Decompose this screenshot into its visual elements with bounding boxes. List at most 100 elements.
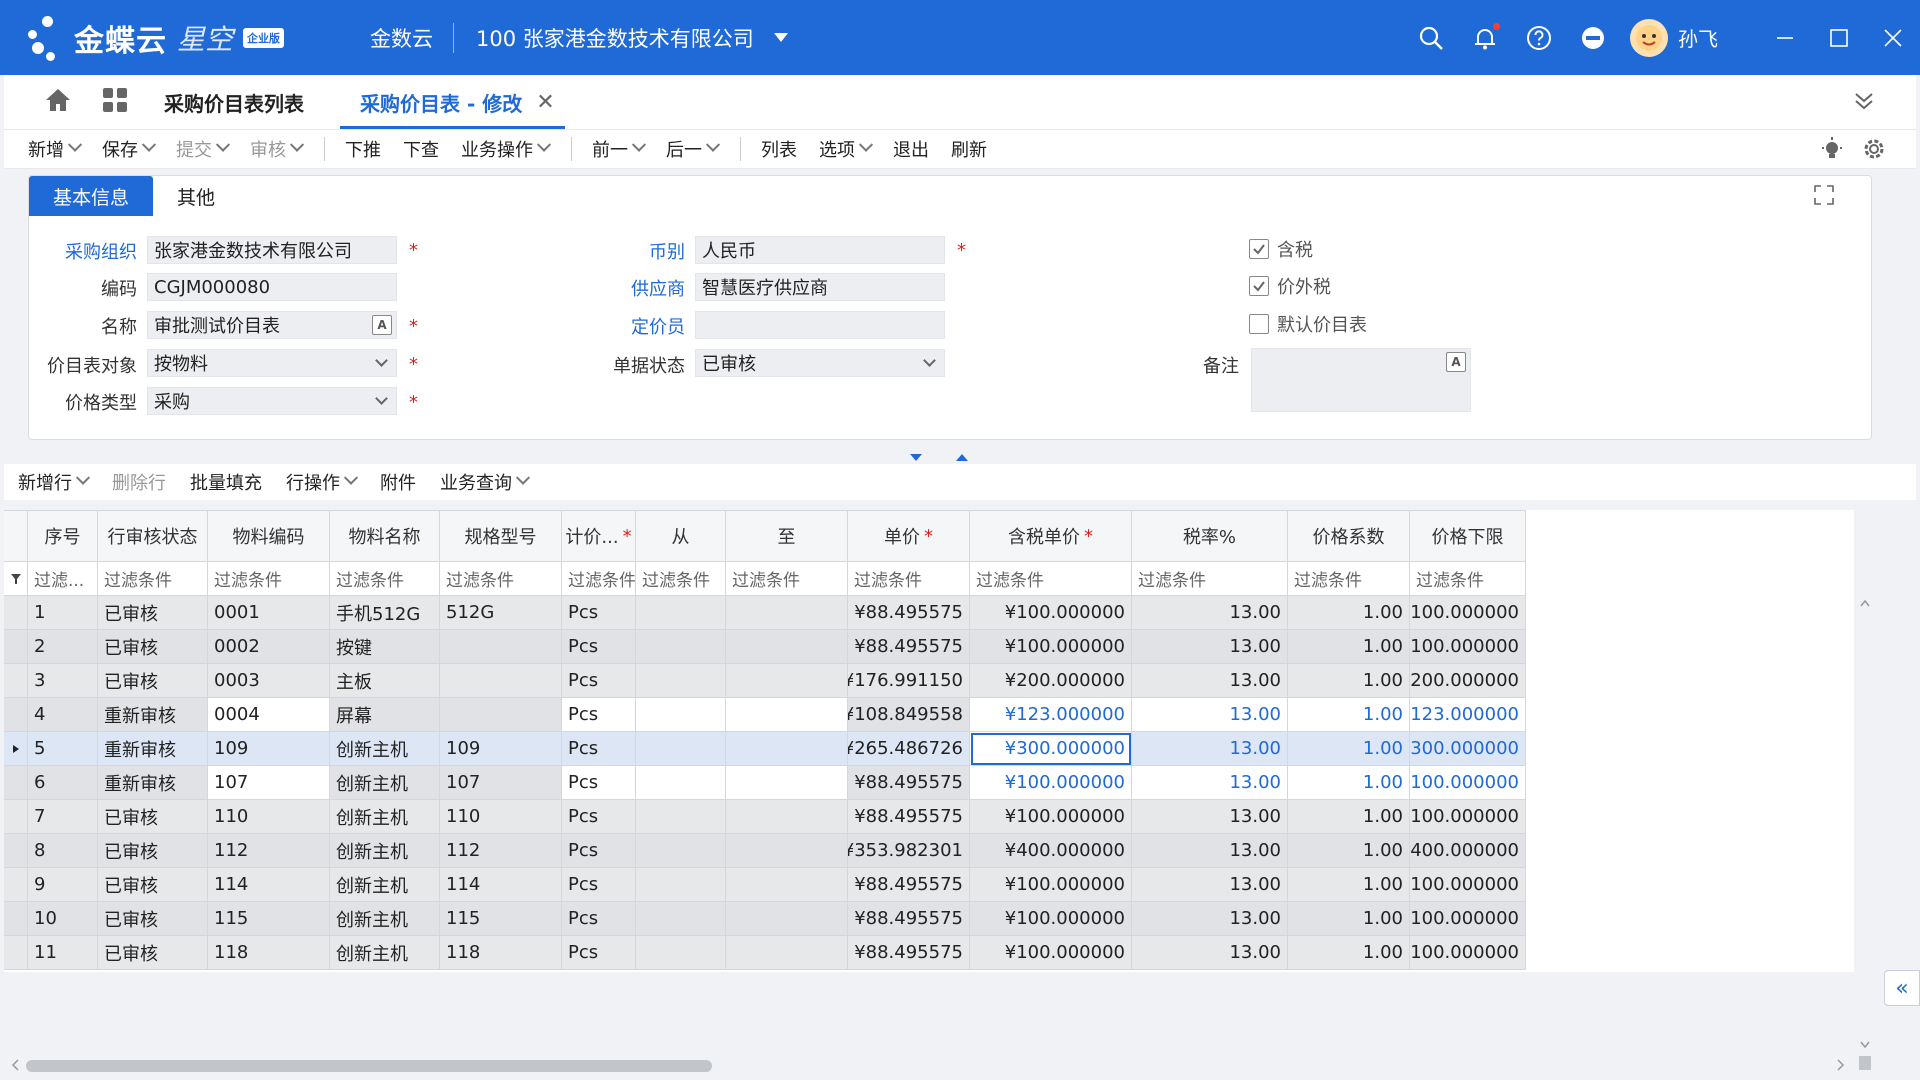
grid-cell-low[interactable]: ¥200.000000 bbox=[1410, 664, 1526, 698]
row-indicator[interactable] bbox=[4, 766, 28, 800]
grid-cell-code[interactable]: 118 bbox=[208, 936, 330, 970]
grid-cell-price[interactable]: ¥88.495575 bbox=[848, 630, 970, 664]
home-icon[interactable] bbox=[44, 87, 72, 118]
grid-cell-spec[interactable]: 109 bbox=[440, 732, 562, 766]
grid-cell-coef[interactable]: 1.00 bbox=[1288, 800, 1410, 834]
toolbar-button-2[interactable]: 提交 bbox=[176, 136, 231, 162]
filter-input[interactable]: 过滤条件 bbox=[98, 562, 208, 596]
grid-cell-from[interactable] bbox=[636, 766, 726, 800]
grid-cell-status[interactable]: 重新审核 bbox=[98, 766, 208, 800]
grid-cell-code[interactable]: 110 bbox=[208, 800, 330, 834]
company-switcher[interactable]: 100 张家港金数技术有限公司 bbox=[476, 23, 754, 53]
avatar[interactable] bbox=[1630, 18, 1668, 57]
toolbar-button-11[interactable]: 退出 bbox=[893, 136, 929, 162]
grid-cell-unit[interactable]: Pcs bbox=[562, 630, 636, 664]
toolbar-button-8[interactable]: 后一 bbox=[666, 136, 721, 162]
grid-cell-seq[interactable]: 5 bbox=[28, 732, 98, 766]
table-row[interactable]: 5 重新审核 109 创新主机 109 Pcs ¥265.486726 ¥300.000000… bbox=[4, 732, 1854, 766]
grid-cell-coef[interactable]: 1.00 bbox=[1288, 868, 1410, 902]
column-header[interactable]: 至 bbox=[726, 510, 848, 562]
grid-cell-name[interactable]: 屏幕 bbox=[330, 698, 440, 732]
expand-icon[interactable] bbox=[1813, 184, 1835, 211]
multilanguage-icon[interactable]: A bbox=[372, 315, 392, 335]
grid-cell-tax-rate[interactable]: 13.00 bbox=[1132, 834, 1288, 868]
grid-cell-status[interactable]: 已审核 bbox=[98, 834, 208, 868]
tab-price-list[interactable]: 采购价目表列表 bbox=[164, 75, 304, 129]
price-object-select[interactable]: 按物料 bbox=[147, 349, 397, 377]
grid-cell-spec[interactable]: 112 bbox=[440, 834, 562, 868]
price-type-select[interactable]: 采购 bbox=[147, 387, 397, 415]
column-header[interactable]: 序号 bbox=[28, 510, 98, 562]
tax-included-checkbox[interactable]: 含税 bbox=[1249, 236, 1313, 262]
grid-cell-spec[interactable]: 107 bbox=[440, 766, 562, 800]
toolbar-button-4[interactable]: 下推 bbox=[345, 136, 381, 162]
grid-cell-tax-rate[interactable]: 13.00 bbox=[1132, 698, 1288, 732]
grid-cell-code[interactable]: 0003 bbox=[208, 664, 330, 698]
toolbar-button-5[interactable]: 下查 bbox=[403, 136, 439, 162]
grid-cell-spec[interactable]: 512G bbox=[440, 596, 562, 630]
grid-cell-name[interactable]: 手机512G bbox=[330, 596, 440, 630]
toolbar-button-3[interactable]: 审核 bbox=[250, 136, 305, 162]
grid-cell-coef[interactable]: 1.00 bbox=[1288, 902, 1410, 936]
toolbar-button-9[interactable]: 列表 bbox=[761, 136, 797, 162]
grid-cell-tax-price[interactable]: ¥123.000000 bbox=[970, 698, 1132, 732]
grid-cell-unit[interactable]: Pcs bbox=[562, 766, 636, 800]
grid-cell-name[interactable]: 创新主机 bbox=[330, 868, 440, 902]
scrollbar-thumb[interactable] bbox=[26, 1060, 712, 1072]
column-header[interactable]: 价格下限 bbox=[1410, 510, 1526, 562]
double-chevron-left-icon[interactable]: « bbox=[1884, 970, 1920, 1006]
multilanguage-icon[interactable]: A bbox=[1446, 352, 1466, 372]
grid-cell-low[interactable]: ¥400.000000 bbox=[1410, 834, 1526, 868]
chevron-down-icon[interactable] bbox=[858, 137, 874, 152]
table-row[interactable]: 8 已审核 112 创新主机 112 Pcs ¥353.982301 ¥400.000000 1… bbox=[4, 834, 1854, 868]
default-list-checkbox[interactable]: 默认价目表 bbox=[1249, 311, 1367, 337]
entry-button-3[interactable]: 行操作 bbox=[286, 469, 359, 495]
grid-cell-name[interactable]: 创新主机 bbox=[330, 732, 440, 766]
grid-cell-status[interactable]: 重新审核 bbox=[98, 732, 208, 766]
minus-circle-icon[interactable] bbox=[1578, 23, 1608, 53]
grid-cell-seq[interactable]: 10 bbox=[28, 902, 98, 936]
grid-cell-low[interactable]: ¥123.000000 bbox=[1410, 698, 1526, 732]
user-name[interactable]: 孙飞 bbox=[1678, 23, 1718, 52]
column-header[interactable]: 物料名称 bbox=[330, 510, 440, 562]
table-row[interactable]: 9 已审核 114 创新主机 114 Pcs ¥88.495575 ¥100.000000 13… bbox=[4, 868, 1854, 902]
row-indicator[interactable] bbox=[4, 630, 28, 664]
supplier-field[interactable]: 智慧医疗供应商 bbox=[695, 273, 945, 301]
table-row[interactable]: 6 重新审核 107 创新主机 107 Pcs ¥88.495575 ¥100.000000 1… bbox=[4, 766, 1854, 800]
table-row[interactable]: 2 已审核 0002 按键 Pcs ¥88.495575 ¥100.000000 13.00 1… bbox=[4, 630, 1854, 664]
grid-cell-from[interactable] bbox=[636, 936, 726, 970]
entry-button-4[interactable]: 附件 bbox=[380, 469, 416, 495]
column-header[interactable]: 行审核状态 bbox=[98, 510, 208, 562]
filter-input[interactable]: 过滤条件 bbox=[848, 562, 970, 596]
filter-input[interactable]: 过滤条件 bbox=[440, 562, 562, 596]
grid-cell-status[interactable]: 已审核 bbox=[98, 630, 208, 664]
grid-cell-unit[interactable]: Pcs bbox=[562, 902, 636, 936]
grid-cell-low[interactable]: ¥100.000000 bbox=[1410, 766, 1526, 800]
chevron-down-icon[interactable] bbox=[631, 137, 647, 152]
grid-cell-name[interactable]: 创新主机 bbox=[330, 766, 440, 800]
grid-cell-tax-rate[interactable]: 13.00 bbox=[1132, 800, 1288, 834]
grid-cell-price[interactable]: ¥265.486726 bbox=[848, 732, 970, 766]
name-field[interactable]: 审批测试价目表 A bbox=[147, 311, 397, 339]
grid-cell-name[interactable]: 创新主机 bbox=[330, 902, 440, 936]
grid-cell-tax-price[interactable]: ¥100.000000 bbox=[970, 800, 1132, 834]
row-indicator[interactable] bbox=[4, 596, 28, 630]
grid-cell-price[interactable]: ¥176.991150 bbox=[848, 664, 970, 698]
company-dropdown-icon[interactable] bbox=[773, 33, 788, 42]
row-indicator[interactable] bbox=[4, 800, 28, 834]
grid-cell-low[interactable]: ¥100.000000 bbox=[1410, 902, 1526, 936]
grid-cell-spec[interactable] bbox=[440, 664, 562, 698]
grid-cell-name[interactable]: 创新主机 bbox=[330, 800, 440, 834]
chevron-down-icon[interactable] bbox=[343, 470, 359, 485]
entry-button-1[interactable]: 删除行 bbox=[112, 469, 166, 495]
grid-cell-coef[interactable]: 1.00 bbox=[1288, 834, 1410, 868]
grid-cell-tax-rate[interactable]: 13.00 bbox=[1132, 664, 1288, 698]
tax-excluded-checkbox[interactable]: 价外税 bbox=[1249, 273, 1331, 299]
filter-input[interactable]: 过滤条件 bbox=[562, 562, 636, 596]
row-indicator[interactable] bbox=[4, 868, 28, 902]
grid-cell-to[interactable] bbox=[726, 800, 848, 834]
collapse-icon[interactable] bbox=[1852, 89, 1876, 118]
bulb-icon[interactable] bbox=[1820, 137, 1844, 166]
grid-cell-to[interactable] bbox=[726, 698, 848, 732]
filter-input[interactable]: 过滤条件 bbox=[1132, 562, 1288, 596]
